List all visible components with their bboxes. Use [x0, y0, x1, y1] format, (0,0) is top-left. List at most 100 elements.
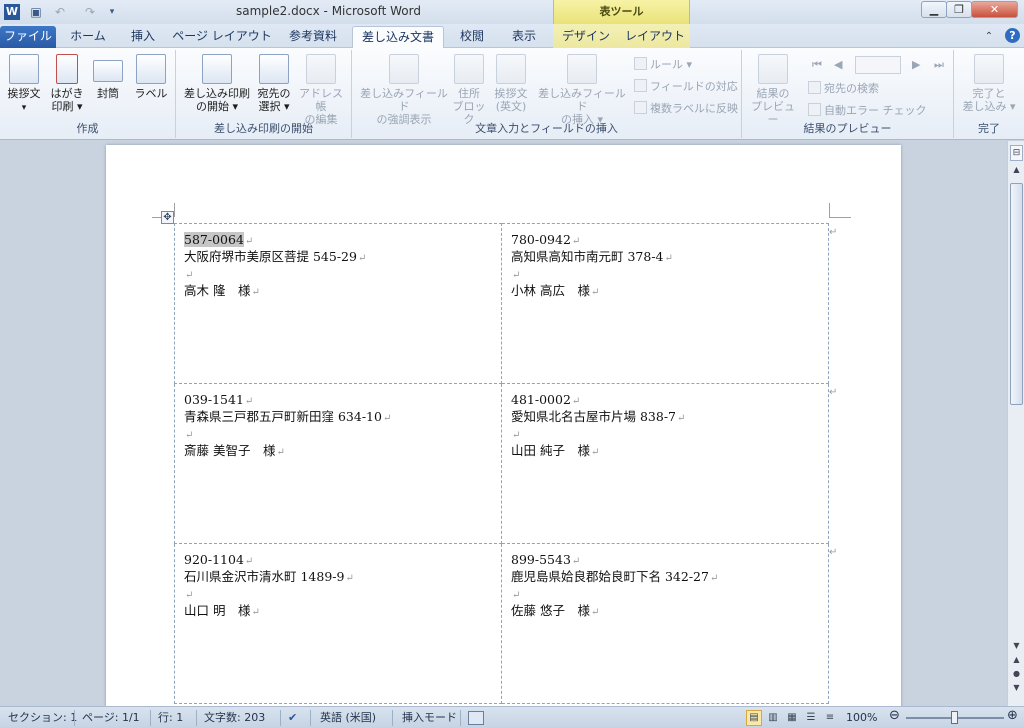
document-page[interactable]: ✥ 587-0064↵ 大阪府堺市美原区菩提 545-29↵ ↵ 高木 隆 様↵…: [106, 145, 901, 706]
postcard-label-2: 印刷: [51, 100, 74, 113]
web-layout-icon[interactable]: ▦: [784, 710, 800, 726]
paragraph-mark: ↵: [251, 607, 260, 618]
status-language[interactable]: 英語 (米国): [320, 710, 376, 726]
label-cell[interactable]: 039-1541↵ 青森県三戸郡五戸町新田窪 634-10↵ ↵ 斎藤 美智子 …: [174, 383, 502, 544]
last-record-icon[interactable]: ⏭: [934, 58, 944, 72]
greeting-line-label-2: (英文): [495, 100, 527, 113]
zoom-slider-thumb[interactable]: [951, 711, 958, 724]
label-cell[interactable]: 780-0942↵ 高知県高知市南元町 378-4↵ ↵ 小林 高広 様↵: [501, 223, 829, 384]
label-cell[interactable]: 587-0064↵ 大阪府堺市美原区菩提 545-29↵ ↵ 高木 隆 様↵: [174, 223, 502, 384]
recipient-name: 小林 高広 様: [511, 283, 590, 298]
address-block-icon: [454, 54, 484, 84]
status-separator: [196, 710, 197, 726]
zoom-level[interactable]: 100%: [846, 710, 877, 726]
customize-qat-icon[interactable]: ▾: [104, 4, 120, 20]
label-cell[interactable]: 899-5543↵ 鹿児島県姶良郡姶良町下名 342-27↵ ↵ 佐藤 悠子 様…: [501, 543, 829, 704]
finish-merge-button[interactable]: 完了と 差し込み ▾: [958, 54, 1020, 113]
auto-check-errors-icon: [808, 103, 821, 116]
rules-button[interactable]: ルール ▾: [634, 56, 692, 74]
zoom-out-icon[interactable]: ⊖: [889, 708, 900, 724]
start-mail-merge-button[interactable]: 差し込み印刷 の開始 ▾: [180, 54, 254, 113]
status-page[interactable]: ページ: 1/1: [82, 710, 140, 726]
window-title: sample2.docx - Microsoft Word: [236, 4, 421, 18]
address-block-button[interactable]: 住所 ブロック: [450, 54, 488, 126]
record-number-input[interactable]: [855, 56, 901, 74]
label-cell[interactable]: 920-1104↵ 石川県金沢市清水町 1489-9↵ ↵ 山口 明 様↵: [174, 543, 502, 704]
help-icon[interactable]: ?: [1005, 28, 1020, 43]
minimize-button[interactable]: ▁: [921, 1, 947, 18]
document-area[interactable]: ✥ 587-0064↵ 大阪府堺市美原区菩提 545-29↵ ↵ 高木 隆 様↵…: [0, 141, 1007, 706]
tab-insert[interactable]: 挿入: [122, 26, 164, 48]
update-labels-button[interactable]: 複数ラベルに反映: [634, 100, 738, 118]
scroll-down-icon[interactable]: ▼: [1010, 641, 1023, 655]
print-layout-view-icon[interactable]: ▤: [746, 710, 762, 726]
match-fields-label: フィールドの対応: [650, 80, 738, 93]
draft-view-icon[interactable]: ≡: [822, 710, 838, 726]
vertical-scrollbar[interactable]: ⊟ ▲ ▼ ▲ ● ▼: [1007, 141, 1024, 706]
highlight-merge-fields-button[interactable]: 差し込みフィールド の強調表示: [356, 54, 452, 126]
table-move-handle-icon[interactable]: ✥: [161, 211, 174, 224]
insert-merge-field-icon: [567, 54, 597, 84]
insert-merge-field-button[interactable]: 差し込みフィールド の挿入 ▾: [534, 54, 630, 126]
ribbon-help-area: ⌃ ?: [985, 28, 1020, 44]
greeting-letter-button[interactable]: 挨拶文 ▾: [4, 54, 44, 115]
save-icon[interactable]: ▣: [28, 4, 44, 20]
tab-design[interactable]: デザイン: [558, 26, 614, 48]
preview-results-button[interactable]: 結果の プレビュー: [746, 54, 800, 126]
tab-view[interactable]: 表示: [502, 26, 546, 48]
envelope-label: 封筒: [97, 87, 119, 100]
tab-layout[interactable]: レイアウト: [622, 26, 688, 48]
next-page-icon[interactable]: ▼: [1010, 683, 1023, 697]
select-recipients-button[interactable]: 宛先の 選択 ▾: [254, 54, 294, 113]
status-insert-mode[interactable]: 挿入モード: [402, 710, 457, 726]
proofing-icon[interactable]: ✔: [288, 710, 297, 726]
outline-view-icon[interactable]: ☰: [803, 710, 819, 726]
find-recipient-icon: [808, 81, 821, 94]
envelope-button[interactable]: 封筒: [92, 54, 124, 100]
highlight-merge-fields-icon: [389, 54, 419, 84]
scroll-up-icon[interactable]: ▲: [1010, 165, 1023, 179]
tab-references[interactable]: 参考資料: [280, 26, 346, 48]
tab-mailings[interactable]: 差し込み文書: [352, 26, 444, 49]
ruler-toggle-icon[interactable]: ⊟: [1010, 145, 1023, 161]
ribbon-minimize-icon[interactable]: ⌃: [985, 31, 993, 42]
select-recipients-label-1: 宛先の: [257, 87, 291, 100]
table-row: 039-1541↵ 青森県三戸郡五戸町新田窪 634-10↵ ↵ 斎藤 美智子 …: [174, 383, 829, 544]
paragraph-mark: ↵: [185, 430, 194, 441]
tab-review[interactable]: 校閲: [450, 26, 494, 48]
group-write-insert-fields: 差し込みフィールド の強調表示 住所 ブロック 挨拶文 (英文) 差し込みフィールドの…: [352, 50, 742, 138]
rules-label: ルール: [650, 58, 683, 71]
status-line[interactable]: 行: 1: [158, 710, 183, 726]
paragraph-mark: ↵: [345, 573, 354, 584]
browse-object-icon[interactable]: ●: [1010, 669, 1023, 683]
status-separator: [392, 710, 393, 726]
full-screen-reading-icon[interactable]: ▥: [765, 710, 781, 726]
edit-recipient-list-button[interactable]: アドレス帳 の編集: [294, 54, 348, 126]
previous-page-icon[interactable]: ▲: [1010, 655, 1023, 669]
find-recipient-button[interactable]: 宛先の検索: [808, 80, 879, 98]
tab-file[interactable]: ファイル: [0, 26, 56, 48]
zoom-in-icon[interactable]: ⊕: [1007, 708, 1018, 724]
finish-merge-icon: [974, 54, 1004, 84]
previous-record-icon[interactable]: ◀: [834, 58, 842, 71]
greeting-line-button[interactable]: 挨拶文 (英文): [490, 54, 532, 113]
status-word-count[interactable]: 文字数: 203: [204, 710, 265, 726]
status-section[interactable]: セクション: 1: [8, 710, 77, 726]
maximize-button[interactable]: ❐: [946, 1, 972, 18]
undo-icon[interactable]: ↶: [52, 4, 68, 20]
labels-button[interactable]: ラベル: [132, 54, 170, 100]
tab-page-layout[interactable]: ページ レイアウト: [172, 26, 272, 48]
auto-check-errors-button[interactable]: 自動エラー チェック: [808, 102, 927, 120]
close-button[interactable]: ✕: [971, 1, 1018, 18]
scroll-thumb[interactable]: [1010, 183, 1023, 405]
postcard-print-button[interactable]: はがき 印刷 ▾: [48, 54, 86, 113]
macro-record-icon[interactable]: [468, 711, 484, 725]
first-record-icon[interactable]: ⏮: [812, 58, 822, 72]
next-record-icon[interactable]: ▶: [912, 58, 920, 71]
label-cell[interactable]: 481-0002↵ 愛知県北名古屋市片場 838-7↵ ↵ 山田 純子 様↵: [501, 383, 829, 544]
start-mail-merge-label-2: の開始: [195, 100, 229, 113]
redo-icon[interactable]: ↷: [82, 4, 98, 20]
tab-home[interactable]: ホーム: [62, 26, 114, 48]
word-app-icon[interactable]: W: [4, 4, 20, 20]
match-fields-button[interactable]: フィールドの対応: [634, 78, 738, 96]
